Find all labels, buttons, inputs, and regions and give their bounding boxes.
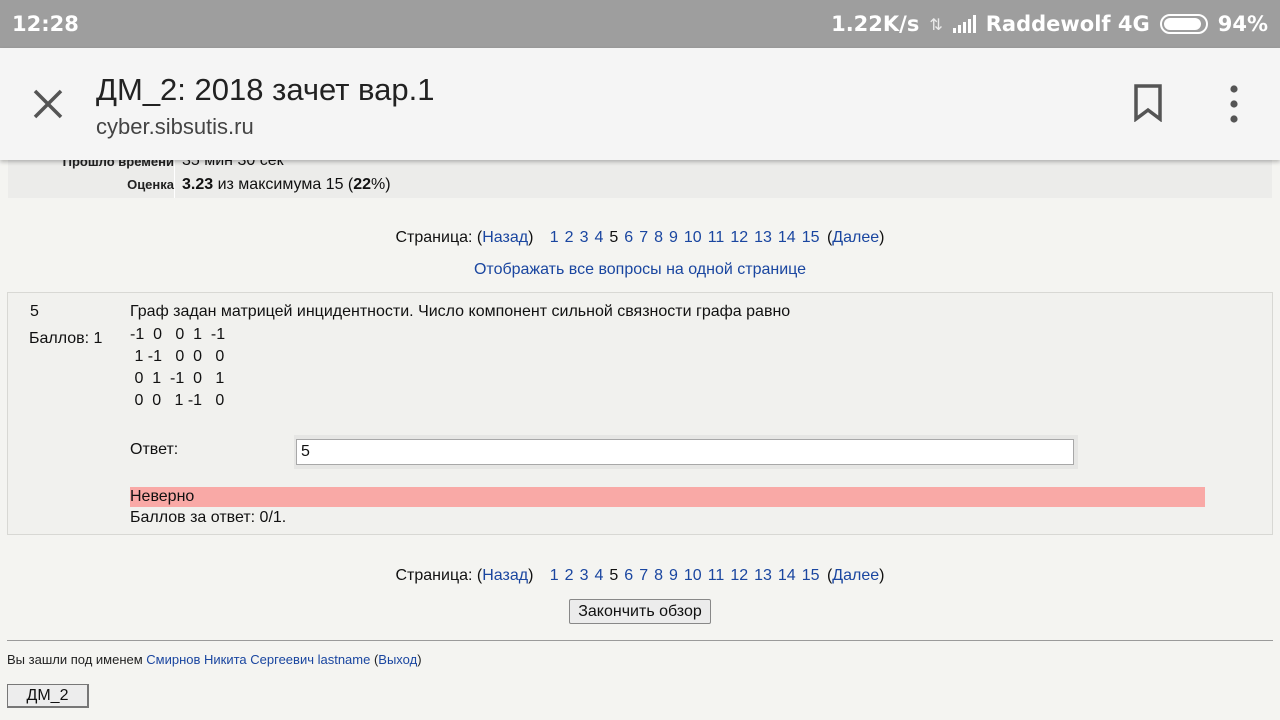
login-prefix: Вы зашли под именем [7,652,147,667]
pagination-prefix: Страница: ( [395,567,483,584]
course-home-button[interactable]: ДМ_2 [7,684,89,708]
question-points: Баллов: 1 [29,330,103,347]
battery-fill [1163,18,1202,30]
pagination-next-link[interactable]: Далее [832,567,879,584]
pagination-page-link[interactable]: 8 [654,229,663,246]
pagination-page-link[interactable]: 2 [565,229,574,246]
pagination-current-page: 5 [609,567,619,584]
footer-divider [7,640,1273,641]
answer-score: Баллов за ответ: 0/1. [130,509,287,526]
more-options-icon[interactable] [1226,84,1242,124]
logout-link[interactable]: Выход [378,652,417,667]
pagination-page-link[interactable]: 10 [684,229,702,246]
pagination-page-link[interactable]: 6 [624,229,633,246]
signal-icon [952,15,976,33]
login-info: Вы зашли под именем Смирнов Никита Серге… [7,652,422,667]
pagination-next-link[interactable]: Далее [832,229,879,246]
pagination-pages: 1 2 3 4 5 6 7 8 9 10 11 12 13 14 15 [547,567,823,584]
pagination-page-link[interactable]: 7 [639,229,648,246]
answer-container [294,435,1078,469]
pagination-page-link[interactable]: 13 [754,229,772,246]
question-block: 5 Баллов: 1 Граф задан матрицей инцидент… [7,292,1273,535]
carrier-name: Raddewolf 4G [985,12,1150,36]
data-transfer-icon: ⇅ [929,14,943,34]
pagination-prev-link[interactable]: Назад [482,229,528,246]
grade-middle: из максимума 15 ( [213,176,354,193]
summary-value-grade: 3.23 из максимума 15 (22%) [182,176,391,194]
pagination-bottom: Страница: (Назад) 1 2 3 4 5 6 7 8 9 10 11 12 13 14 15 … [395,567,885,584]
pagination-page-link[interactable]: 10 [684,567,702,584]
pagination-page-link[interactable]: 12 [730,229,748,246]
pagination-close: ) [879,229,885,246]
pagination-current-page: 5 [609,229,619,246]
pagination-prev-link[interactable]: Назад [482,567,528,584]
pagination-close: ) [879,567,885,584]
close-icon[interactable] [30,86,66,122]
page-url: cyber.sibsutis.ru [96,114,254,139]
pagination-page-link[interactable]: 1 [550,229,559,246]
pagination-page-link[interactable]: 12 [730,567,748,584]
pagination-page-link[interactable]: 4 [594,567,603,584]
pagination-page-link[interactable]: 13 [754,567,772,584]
status-bar: 12:28 1.22K/s ⇅ Raddewolf 4G 94% [0,0,1280,48]
pagination-pages: 1 2 3 4 5 6 7 8 9 10 11 12 13 14 15 [547,229,823,246]
pagination-page-link[interactable]: 9 [669,567,678,584]
pagination-page-link[interactable]: 15 [802,229,820,246]
pagination-page-link[interactable]: 3 [580,567,589,584]
answer-input[interactable] [296,439,1074,465]
show-all-questions-link[interactable]: Отображать все вопросы на одной странице [0,261,1280,279]
status-time: 12:28 [12,12,79,36]
battery-percent: 94% [1217,12,1268,36]
pagination-page-link[interactable]: 4 [594,229,603,246]
pagination-page-link[interactable]: 7 [639,567,648,584]
user-profile-link[interactable]: Смирнов Никита Сергеевич lastname [146,652,370,667]
feedback-incorrect: Неверно [130,487,1205,507]
pagination-page-link[interactable]: 1 [550,567,559,584]
grade-end: %) [371,176,391,193]
custom-tab-toolbar: ДМ_2: 2018 зачет вар.1 cyber.sibsutis.ru [0,48,1280,160]
pagination-page-link[interactable]: 11 [708,229,725,246]
grade-percent: 22 [353,176,372,193]
pagination-page-link[interactable]: 15 [802,567,820,584]
pagination-page-link[interactable]: 14 [778,567,796,584]
pagination-page-link[interactable]: 2 [565,567,574,584]
network-speed: 1.22K/s [831,12,920,36]
summary-label-grade: Оценка [127,177,174,192]
pagination-page-link[interactable]: 9 [669,229,678,246]
pagination-page-link[interactable]: 3 [580,229,589,246]
page-title: ДМ_2: 2018 зачет вар.1 [96,72,435,107]
incidence-matrix: -1 0 0 1 -1 1 -1 0 0 0 0 1 -1 0 1 0 0 1 … [130,326,226,409]
status-right: 1.22K/s ⇅ Raddewolf 4G 94% [831,12,1268,36]
logout-close: ) [417,652,422,667]
question-text: Граф задан матрицей инцидентности. Число… [130,303,791,320]
pagination-page-link[interactable]: 8 [654,567,663,584]
answer-label: Ответ: [130,441,179,458]
bookmark-icon[interactable] [1133,84,1163,122]
pagination-prefix: Страница: ( [395,229,483,246]
question-number: 5 [30,303,39,320]
finish-review-button[interactable]: Закончить обзор [569,599,711,624]
pagination-page-link[interactable]: 6 [624,567,633,584]
pagination-top: Страница: (Назад) 1 2 3 4 5 6 7 8 9 10 11 12 13 14 15 … [395,229,885,246]
battery-icon [1159,14,1208,34]
pagination-page-link[interactable]: 11 [708,567,725,584]
pagination-page-link[interactable]: 14 [778,229,796,246]
grade-score: 3.23 [182,176,214,193]
